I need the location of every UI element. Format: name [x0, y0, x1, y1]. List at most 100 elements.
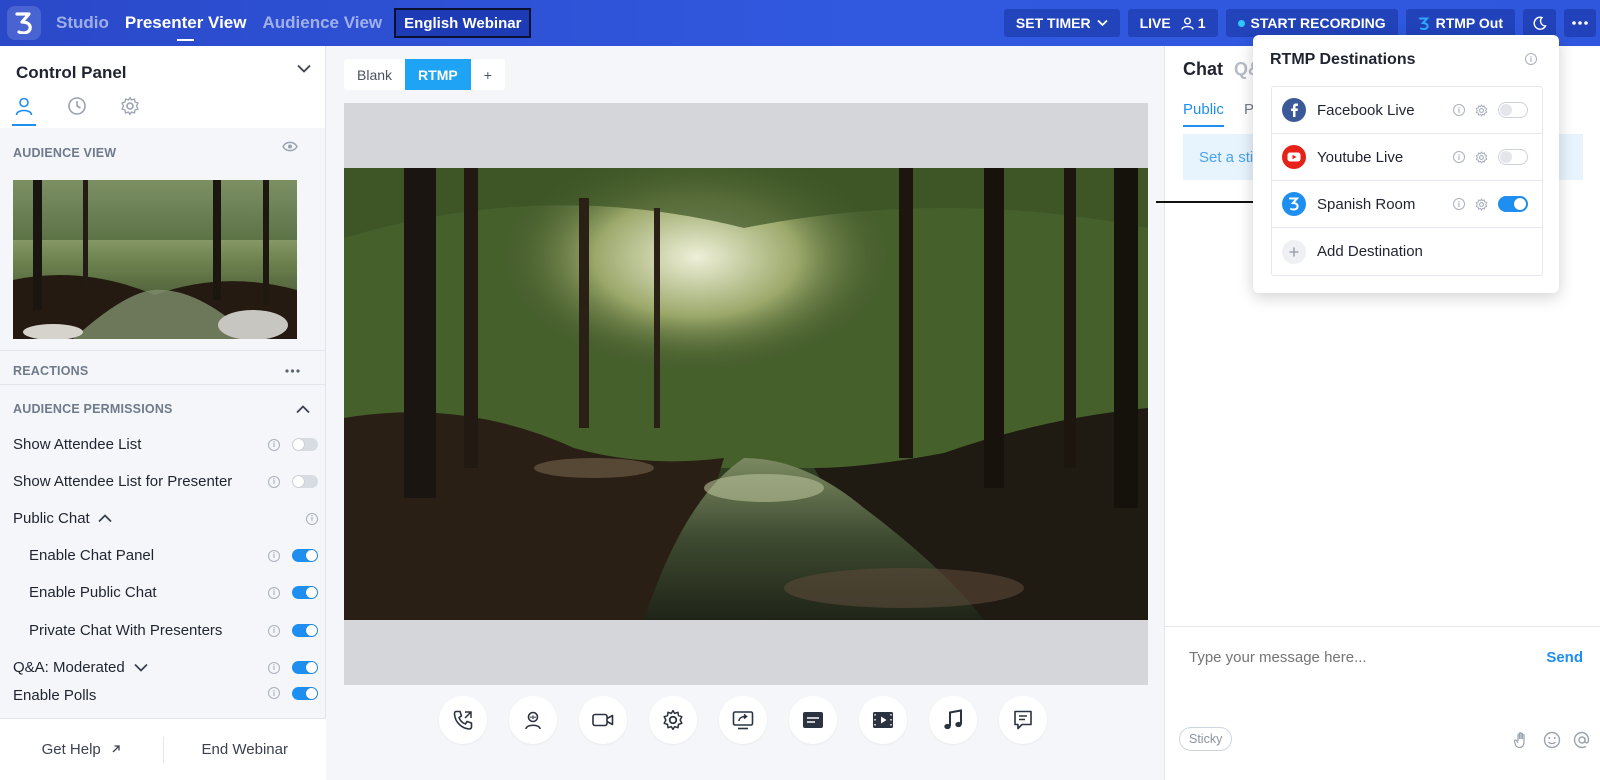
add-destination-label: Add Destination — [1317, 243, 1423, 260]
permission-row: Show Attendee List i — [0, 426, 326, 463]
facebook-live-toggle[interactable] — [1498, 102, 1528, 118]
voice-button[interactable] — [509, 696, 557, 744]
enable-public-chat-toggle[interactable] — [292, 586, 318, 599]
destination-facebook-live[interactable]: Facebook Live i — [1272, 87, 1542, 134]
tab-settings[interactable] — [120, 96, 140, 116]
destination-name: Youtube Live — [1317, 148, 1404, 166]
set-timer-button[interactable]: SET TIMER — [1003, 9, 1120, 37]
screen-share-button[interactable] — [719, 696, 767, 744]
info-icon[interactable]: i — [1525, 53, 1537, 65]
send-button[interactable]: Send — [1546, 649, 1583, 666]
add-destination-button[interactable]: Add Destination — [1272, 228, 1542, 275]
mention-icon[interactable] — [1573, 731, 1591, 749]
permission-label[interactable]: Q&A: Moderated — [13, 659, 125, 676]
start-recording-label: START RECORDING — [1250, 15, 1386, 31]
more-icon[interactable] — [285, 369, 300, 373]
info-icon[interactable]: i — [1453, 104, 1465, 116]
info-icon[interactable]: i — [268, 624, 280, 637]
add-scene-button[interactable]: + — [471, 59, 505, 90]
external-link-icon — [112, 745, 120, 753]
more-menu-button[interactable] — [1564, 9, 1596, 37]
chat-input[interactable] — [1189, 649, 1489, 666]
gear-icon[interactable] — [1475, 150, 1488, 164]
film-icon — [873, 712, 893, 728]
spanish-room-toggle[interactable] — [1498, 196, 1528, 212]
chevron-up-icon[interactable] — [296, 404, 310, 414]
rtmp-out-button[interactable]: RTMP Out — [1405, 9, 1515, 37]
info-icon[interactable]: i — [268, 549, 280, 562]
tab-people[interactable] — [12, 96, 36, 126]
info-icon[interactable]: i — [306, 512, 318, 525]
show-attendee-list-presenter-toggle[interactable] — [292, 475, 318, 488]
start-recording-button[interactable]: START RECORDING — [1225, 9, 1398, 37]
permission-label: Public Chat — [13, 510, 90, 527]
captions-button[interactable] — [789, 696, 837, 744]
nav-presenter-view[interactable]: Presenter View — [125, 13, 246, 41]
tab-public[interactable]: Public — [1183, 101, 1224, 127]
music-icon — [944, 709, 962, 730]
info-icon[interactable]: i — [268, 586, 280, 599]
destination-name: Facebook Live — [1317, 101, 1415, 119]
info-icon[interactable]: i — [1453, 198, 1465, 210]
end-webinar-button[interactable]: End Webinar — [164, 741, 327, 758]
video-clip-button[interactable] — [859, 696, 907, 744]
audience-view-thumbnail — [13, 180, 297, 339]
tab-history[interactable] — [67, 96, 87, 116]
app-logo-icon[interactable] — [7, 6, 41, 40]
dark-mode-button[interactable] — [1523, 9, 1556, 37]
chevron-up-icon[interactable] — [98, 514, 306, 523]
permission-row: Enable Chat Panel i — [0, 537, 326, 574]
control-panel: Control Panel AUDIENCE VIEW REACTIONS AU… — [0, 46, 326, 780]
info-icon[interactable]: i — [268, 687, 280, 699]
video-feed — [344, 168, 1148, 620]
phone-button[interactable] — [439, 696, 487, 744]
info-icon[interactable]: i — [268, 475, 280, 488]
nav-audience-view[interactable]: Audience View — [262, 13, 382, 33]
chat-tab[interactable]: Chat — [1183, 59, 1223, 80]
scene-tabs: Blank RTMP + — [344, 59, 505, 90]
scene-tab-rtmp[interactable]: RTMP — [405, 59, 471, 90]
permission-label: Private Chat With Presenters — [29, 622, 223, 639]
settings-button[interactable] — [649, 696, 697, 744]
chevron-down-icon[interactable] — [134, 663, 268, 672]
youtube-live-toggle[interactable] — [1498, 149, 1528, 165]
audience-permissions-label: AUDIENCE PERMISSIONS — [13, 402, 173, 416]
enable-chat-panel-toggle[interactable] — [292, 549, 318, 562]
webinar-name-badge[interactable]: English Webinar — [394, 8, 532, 38]
gear-icon[interactable] — [1475, 197, 1488, 211]
permission-row: Enable Public Chat i — [0, 574, 326, 611]
show-attendee-list-toggle[interactable] — [292, 438, 318, 451]
nav-studio[interactable]: Studio — [56, 13, 109, 33]
permission-row: Enable Polls i — [0, 686, 326, 704]
scene-tab-blank[interactable]: Blank — [344, 59, 405, 90]
destination-spanish-room[interactable]: Spanish Room i — [1272, 181, 1542, 228]
permission-label: Enable Public Chat — [29, 584, 157, 601]
music-button[interactable] — [929, 696, 977, 744]
get-help-button[interactable]: Get Help — [0, 741, 163, 758]
user-icon — [1181, 17, 1194, 30]
raise-hand-icon[interactable] — [1513, 731, 1531, 749]
live-status[interactable]: LIVE 1 — [1127, 9, 1218, 37]
record-dot-icon — [1237, 19, 1245, 27]
notes-button[interactable] — [999, 696, 1047, 744]
info-icon[interactable]: i — [268, 438, 280, 451]
enable-polls-toggle[interactable] — [292, 687, 318, 700]
qa-moderated-toggle[interactable] — [292, 661, 318, 674]
gear-icon[interactable] — [1475, 103, 1488, 117]
gear-icon — [663, 709, 683, 731]
stage-controls — [439, 696, 1047, 744]
clock-icon — [68, 97, 86, 115]
sticky-button[interactable]: Sticky — [1179, 727, 1233, 751]
info-icon[interactable]: i — [268, 661, 280, 674]
chevron-down-icon[interactable] — [297, 64, 311, 73]
info-icon[interactable]: i — [1453, 151, 1465, 163]
stage — [344, 103, 1148, 685]
emoji-icon[interactable] — [1543, 731, 1561, 749]
youtube-icon — [1282, 145, 1306, 169]
private-chat-toggle[interactable] — [292, 624, 318, 637]
eye-icon[interactable] — [282, 141, 298, 152]
camera-button[interactable] — [579, 696, 627, 744]
destination-youtube-live[interactable]: Youtube Live i — [1272, 134, 1542, 181]
permission-row[interactable]: Public Chat i — [0, 500, 326, 537]
annotation-arrow — [1156, 196, 1266, 208]
